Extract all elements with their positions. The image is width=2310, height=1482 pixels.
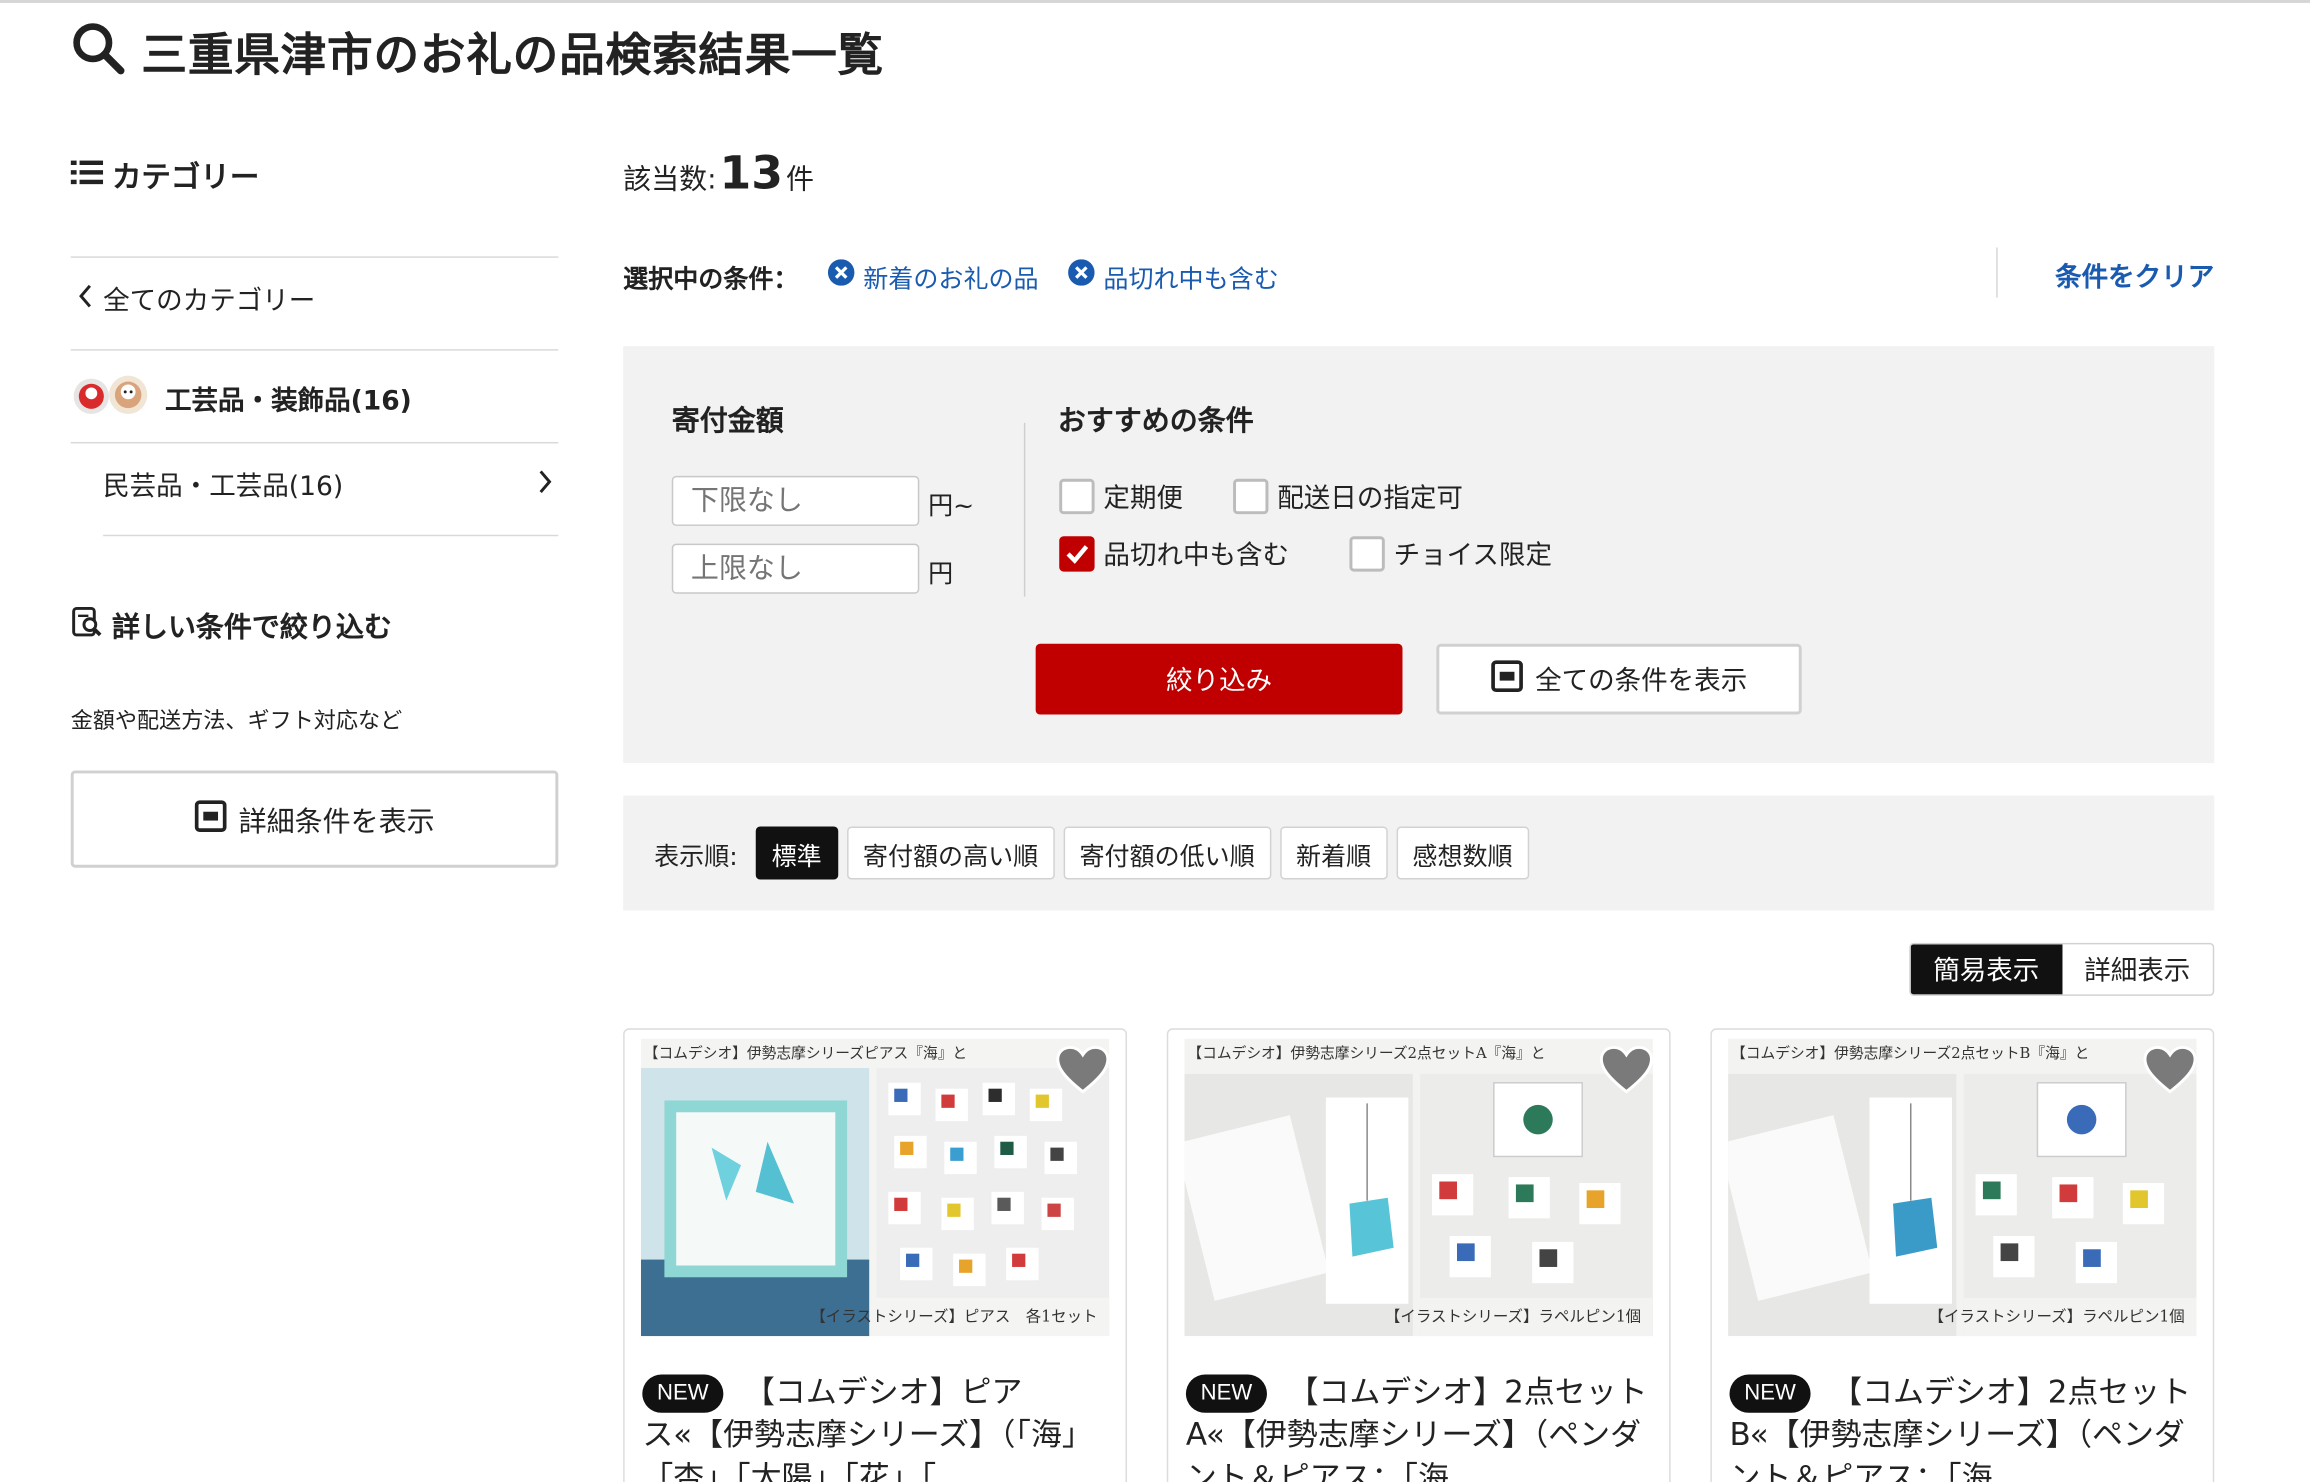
result-count-label: 該当数:: [623, 163, 717, 196]
heart-icon[interactable]: [1055, 1044, 1111, 1094]
sort-donation-high[interactable]: 寄付額の高い順: [846, 826, 1055, 880]
condition-chip-soldout[interactable]: 品切れ中も含む: [1068, 257, 1279, 294]
min-amount-input[interactable]: [671, 475, 920, 526]
heart-icon[interactable]: [1598, 1044, 1654, 1094]
option-label: 品切れ中も含む: [1103, 540, 1290, 572]
category-heading-label: カテゴリー: [111, 159, 260, 195]
option-choice-only[interactable]: チョイス限定: [1349, 535, 1552, 573]
vertical-divider: [1996, 247, 1998, 298]
show-details-button[interactable]: 詳細条件を表示: [70, 770, 559, 868]
image-caption: 【コムデシオ】伊勢志摩シリーズピアス『海』と: [643, 1045, 968, 1063]
filter-description: 金額や配送方法、ギフト対応など: [70, 707, 403, 734]
product-card[interactable]: 【コムデシオ】伊勢志摩シリーズピアス『海』と 【イラストシリーズ】ピアス 各1セ…: [623, 1028, 1127, 1482]
all-categories-label: 全てのカテゴリー: [103, 285, 316, 317]
sort-standard[interactable]: 標準: [755, 826, 838, 880]
filter-heading: 詳しい条件で絞り込む: [71, 604, 392, 647]
view-simple-button[interactable]: 簡易表示: [1910, 944, 2062, 995]
sort-bar: 表示順: 標準 寄付額の高い順 寄付額の低い順 新着順 感想数順: [623, 795, 2215, 911]
show-details-label: 詳細条件を表示: [238, 805, 435, 838]
max-amount-input[interactable]: [671, 543, 920, 594]
narrow-down-button[interactable]: 絞り込み: [1035, 643, 1403, 715]
subcategory-link[interactable]: 民芸品・工芸品(16): [103, 466, 560, 504]
amount-label: 寄付金額: [671, 405, 784, 438]
sort-donation-low[interactable]: 寄付額の低い順: [1063, 826, 1271, 880]
sidebar-divider: [70, 441, 559, 444]
option-label: 定期便: [1103, 483, 1183, 515]
chevron-right-icon: [536, 468, 554, 502]
new-badge: NEW: [1729, 1374, 1811, 1413]
checkbox[interactable]: [1349, 536, 1385, 572]
option-label: チョイス限定: [1393, 540, 1552, 572]
result-count-number: 13: [719, 147, 784, 201]
option-include-soldout[interactable]: 品切れ中も含む: [1059, 535, 1289, 573]
view-toggle: 簡易表示 詳細表示: [1909, 942, 2215, 996]
image-footer: 【イラストシリーズ】ラペルピン1個: [1384, 1308, 1642, 1326]
sidebar-divider: [70, 349, 559, 351]
remove-icon: [827, 258, 855, 293]
current-category[interactable]: 工芸品・装飾品(16): [71, 371, 412, 426]
min-amount-unit: 円~: [928, 492, 975, 522]
result-count-unit: 件: [786, 163, 815, 196]
show-all-conditions-label: 全ての条件を表示: [1535, 665, 1748, 697]
filter-search-icon: [71, 604, 103, 647]
checkbox-checked[interactable]: [1059, 536, 1095, 572]
current-category-label: 工芸品・装飾品(16): [164, 385, 412, 417]
chevron-left-icon: [77, 282, 95, 316]
product-card[interactable]: 【コムデシオ】伊勢志摩シリーズ2点セットB『海』と 【イラストシリーズ】ラペルピ…: [1710, 1028, 2215, 1482]
product-title[interactable]: NEW 【コムデシオ】ピアス«【伊勢志摩シリーズ】（「海」「杏」「太陽」「花」「…: [642, 1372, 1108, 1482]
checkmark-icon: [1066, 545, 1089, 564]
image-caption: 【コムデシオ】伊勢志摩シリーズ2点セットA『海』と: [1187, 1045, 1546, 1063]
selected-conditions-label: 選択中の条件：: [623, 264, 799, 294]
option-label: 配送日の指定可: [1277, 483, 1463, 515]
vertical-divider: [1023, 422, 1026, 597]
new-badge: NEW: [642, 1374, 724, 1413]
filter-panel: 寄付金額 円~ 円 おすすめの条件 定期便 配送日の指定可 品切れ中も含む チョ…: [623, 346, 2215, 764]
condition-chip-label: 品切れ中も含む: [1103, 264, 1279, 294]
sort-label: 表示順:: [654, 841, 738, 872]
subcategory-label: 民芸品・工芸品(16): [103, 471, 344, 503]
panel-icon: [194, 799, 227, 839]
page-title: 三重県津市のお礼の品検索結果一覧: [71, 18, 884, 84]
checkbox[interactable]: [1059, 478, 1095, 515]
max-amount-unit: 円: [928, 559, 954, 590]
panel-icon: [1491, 659, 1523, 699]
option-delivery-date[interactable]: 配送日の指定可: [1233, 477, 1463, 515]
sort-newest[interactable]: 新着順: [1279, 826, 1388, 880]
all-categories-link[interactable]: 全てのカテゴリー: [77, 280, 316, 318]
sidebar-divider: [103, 534, 559, 537]
heart-icon[interactable]: [2142, 1044, 2198, 1094]
recommended-label: おすすめの条件: [1057, 405, 1254, 438]
list-icon: [70, 158, 104, 190]
top-divider: [0, 0, 2310, 3]
sidebar-divider: [70, 256, 559, 258]
clear-conditions-link[interactable]: 条件をクリア: [2055, 256, 2214, 294]
option-subscription[interactable]: 定期便: [1059, 477, 1183, 515]
product-card[interactable]: 【コムデシオ】伊勢志摩シリーズ2点セットA『海』と 【イラストシリーズ】ラペルピ…: [1166, 1028, 1671, 1482]
product-image[interactable]: 【コムデシオ】伊勢志摩シリーズ2点セットB『海』と 【イラストシリーズ】ラペルピ…: [1728, 1038, 2197, 1337]
page-title-text: 三重県津市のお礼の品検索結果一覧: [141, 29, 884, 83]
filter-heading-label: 詳しい条件で絞り込む: [111, 611, 392, 644]
view-detail-button[interactable]: 詳細表示: [2062, 944, 2213, 994]
condition-chip-new[interactable]: 新着のお礼の品: [827, 257, 1039, 294]
search-icon: [71, 20, 127, 82]
image-footer: 【イラストシリーズ】ラペルピン1個: [1928, 1308, 2185, 1326]
image-caption: 【コムデシオ】伊勢志摩シリーズ2点セットB『海』と: [1731, 1045, 2090, 1063]
product-title[interactable]: NEW 【コムデシオ】2点セットA«【伊勢志摩シリーズ】（ペンダント＆ピアス：「海…: [1185, 1372, 1652, 1482]
new-badge: NEW: [1185, 1374, 1267, 1413]
daruma-icon: [71, 371, 153, 426]
checkbox[interactable]: [1233, 478, 1269, 515]
product-image[interactable]: 【コムデシオ】伊勢志摩シリーズ2点セットA『海』と 【イラストシリーズ】ラペルピ…: [1184, 1038, 1653, 1337]
condition-chip-label: 新着のお礼の品: [863, 264, 1039, 294]
selected-conditions: 選択中の条件： 新着のお礼の品 品切れ中も含む 条件をクリア: [623, 247, 2214, 298]
category-heading: カテゴリー: [70, 153, 260, 196]
product-image[interactable]: 【コムデシオ】伊勢志摩シリーズピアス『海』と 【イラストシリーズ】ピアス 各1セ…: [640, 1038, 1110, 1337]
image-footer: 【イラストシリーズ】ピアス 各1セット: [810, 1308, 1098, 1326]
remove-icon: [1068, 258, 1095, 293]
result-count: 該当数: 13 件: [623, 147, 814, 200]
sort-reviews[interactable]: 感想数順: [1396, 826, 1529, 880]
product-title[interactable]: NEW 【コムデシオ】2点セットB«【伊勢志摩シリーズ】（ペンダント＆ピアス：「海…: [1729, 1372, 2196, 1482]
show-all-conditions-button[interactable]: 全ての条件を表示: [1436, 643, 1802, 715]
